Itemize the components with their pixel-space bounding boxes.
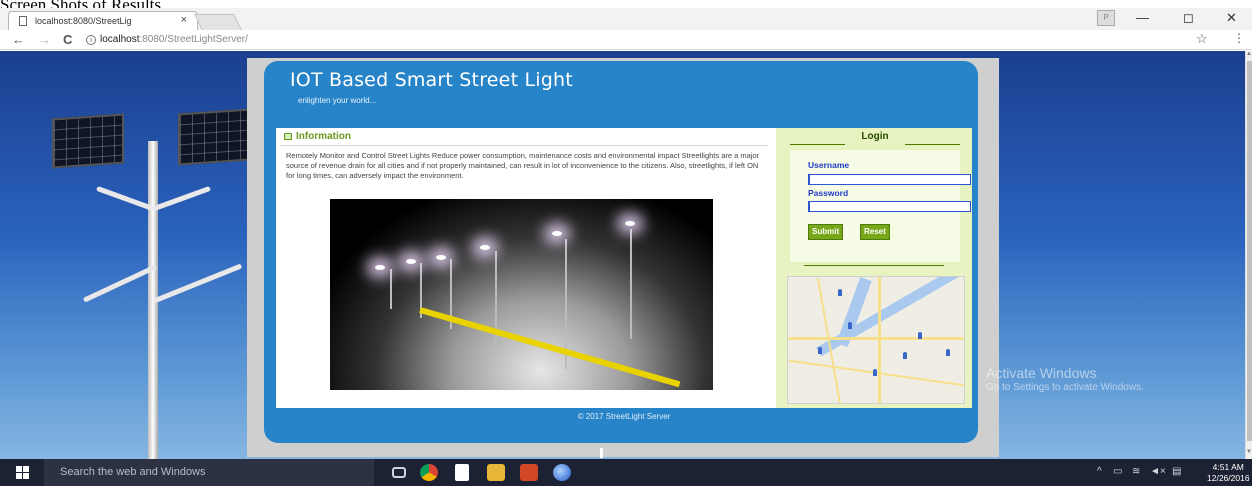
network-icon[interactable]: ≋ — [1132, 466, 1140, 477]
tab-title: localhost:8080/StreetLig — [35, 16, 132, 26]
scroll-down-icon[interactable]: ▼ — [1246, 449, 1252, 455]
store-icon[interactable] — [455, 464, 469, 481]
street-arm-image — [82, 264, 158, 303]
netbeans-icon[interactable] — [553, 464, 571, 481]
street-arm-image — [152, 263, 243, 304]
url-host: localhost — [100, 34, 140, 45]
browser-tab[interactable]: localhost:8080/StreetLig × — [8, 11, 198, 30]
window-close-icon[interactable]: ✕ — [1226, 10, 1237, 26]
bookmark-star-icon[interactable]: ☆ — [1196, 31, 1208, 47]
street-lights-photo — [330, 199, 713, 390]
browser-nav-bar: ← → C i localhost:8080/StreetLightServer/… — [0, 30, 1252, 50]
maximize-icon[interactable]: ◻ — [1183, 10, 1194, 26]
notification-icon[interactable]: ▤ — [1172, 466, 1181, 477]
scrollbar-thumb[interactable] — [1247, 61, 1252, 441]
username-label: Username — [808, 160, 850, 170]
browser-menu-icon[interactable]: ⋮ — [1233, 31, 1245, 45]
information-heading-text: Information — [296, 131, 351, 142]
tab-close-icon[interactable]: × — [181, 14, 187, 26]
mouse-cursor — [600, 448, 603, 458]
task-view-icon[interactable] — [392, 467, 406, 478]
forward-arrow-icon[interactable]: → — [38, 32, 51, 47]
login-title-rule — [905, 144, 960, 145]
submit-button[interactable]: Submit — [808, 224, 844, 240]
powerpoint-icon[interactable] — [520, 464, 538, 481]
clock-date: 12/26/2016 — [1207, 473, 1250, 483]
solar-panel-image — [178, 108, 250, 166]
site-footer: © 2017 StreetLight Server — [577, 412, 671, 421]
file-explorer-icon[interactable] — [487, 464, 505, 481]
profile-icon[interactable]: P — [1097, 10, 1115, 26]
site-tagline: enlighten your world... — [298, 96, 377, 105]
city-map-image — [787, 276, 965, 404]
chrome-icon[interactable] — [420, 464, 438, 481]
divider — [804, 265, 944, 266]
reload-icon[interactable]: C — [63, 32, 72, 47]
scroll-up-icon[interactable]: ▲ — [1246, 51, 1252, 57]
back-arrow-icon[interactable]: ← — [12, 32, 25, 47]
windows-taskbar: Search the web and Windows ^ ▭ ≋ ◄× ▤ 4:… — [0, 459, 1252, 486]
info-icon[interactable]: i — [86, 35, 96, 45]
screenshot-caption: Screen Shots of Results — [0, 0, 161, 8]
minimize-icon[interactable]: — — [1136, 10, 1149, 25]
street-arm-image — [95, 185, 155, 212]
page-icon — [19, 16, 27, 26]
url-path: :8080/StreetLightServer/ — [139, 34, 248, 45]
battery-icon[interactable]: ▭ — [1113, 466, 1122, 477]
address-bar[interactable]: i localhost:8080/StreetLightServer/ — [86, 32, 1226, 48]
taskbar-search-input[interactable]: Search the web and Windows — [44, 459, 374, 486]
activate-windows-watermark: Activate Windows — [986, 365, 1097, 381]
new-tab-button[interactable] — [194, 14, 242, 30]
information-heading: Information — [284, 131, 351, 142]
site-title: IOT Based Smart Street Light — [290, 69, 573, 91]
page-scrollbar[interactable]: ▲ ▼ — [1245, 51, 1252, 459]
section-square-icon — [284, 132, 292, 140]
solar-panel-image — [52, 113, 124, 169]
street-arm-image — [152, 185, 212, 212]
reset-button[interactable]: Reset — [860, 224, 890, 240]
clock-time: 4:51 AM — [1212, 462, 1244, 472]
information-text: Remotely Monitor and Control Street Ligh… — [286, 151, 760, 180]
volume-icon[interactable]: ◄× — [1150, 466, 1166, 477]
windows-start-icon[interactable] — [16, 466, 30, 480]
username-input[interactable] — [808, 174, 971, 185]
login-title: Login — [861, 131, 889, 142]
password-label: Password — [808, 188, 849, 198]
activate-windows-hint: Go to Settings to activate Windows. — [986, 382, 1144, 393]
taskbar-clock[interactable]: 4:51 AM 12/26/2016 — [1207, 462, 1250, 484]
password-input[interactable] — [808, 201, 971, 212]
login-title-rule — [790, 144, 845, 145]
tray-chevron-icon[interactable]: ^ — [1097, 466, 1102, 477]
divider — [280, 145, 768, 146]
browser-tab-bar: localhost:8080/StreetLig × P — ◻ ✕ — [0, 8, 1252, 30]
